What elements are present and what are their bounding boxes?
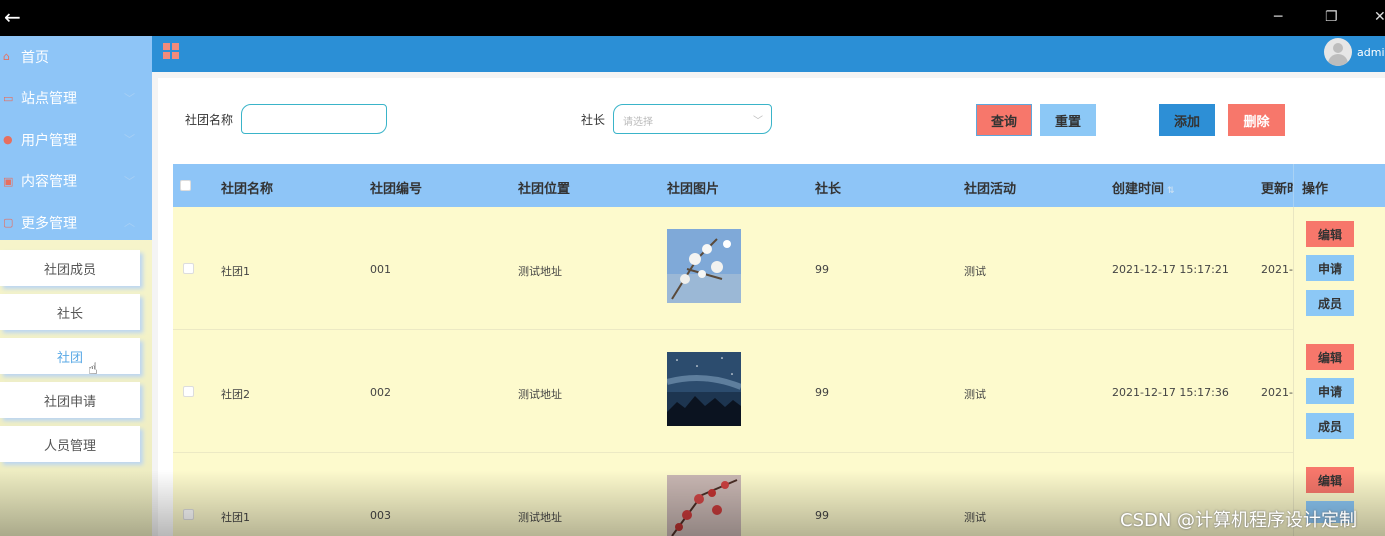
cell-leader: 99 — [815, 263, 829, 276]
cell-name: 社团1 — [221, 265, 250, 278]
row-checkbox[interactable] — [183, 509, 194, 520]
menu-item-label: 内容管理 — [21, 174, 77, 191]
submenu-item-members[interactable]: 社团成员 — [0, 250, 140, 286]
restore-icon[interactable]: ❐ — [1325, 8, 1338, 26]
edit-button[interactable]: 编辑 — [1306, 221, 1354, 247]
club-name-input[interactable] — [241, 104, 387, 134]
sidebar-menu: ⌂ 首页 ▭ 站点管理 ﹀ ● 用户管理 ﹀ ▣ 内容管理 ﹀ ▢ 更多管理 ︿ — [0, 36, 152, 240]
apply-button[interactable]: 申请 — [1306, 378, 1354, 404]
delete-button[interactable]: 删除 — [1228, 104, 1285, 136]
menu-item-content[interactable]: ▣ 内容管理 ﹀ — [0, 161, 152, 203]
chevron-down-icon: ﹀ — [124, 174, 135, 188]
reset-button[interactable]: 重置 — [1040, 104, 1096, 136]
cell-created: 2021-12-17 15:17:36 — [1112, 386, 1229, 399]
select-all-checkbox[interactable] — [180, 180, 191, 191]
member-button[interactable]: 成员 — [1306, 290, 1354, 316]
chevron-up-icon: ︿ — [124, 216, 135, 229]
menu-item-site[interactable]: ▭ 站点管理 ﹀ — [0, 78, 152, 120]
cell-location: 测试地址 — [518, 265, 562, 278]
col-header-name[interactable]: 社团名称 — [221, 178, 273, 197]
ops-cell: 编辑 申请 成员 — [1293, 330, 1385, 453]
chevron-down-icon: ﹀ — [124, 133, 135, 146]
cell-leader: 99 — [815, 509, 829, 522]
sort-icon[interactable]: ⇅ — [1167, 186, 1175, 196]
watermark: CSDN @计算机程序设计定制 — [1120, 510, 1358, 531]
col-header-created[interactable]: 创建时间 ⇅ — [1112, 178, 1175, 197]
leader-label: 社长 — [581, 113, 606, 127]
add-button[interactable]: 添加 — [1159, 104, 1215, 136]
cell-code: 002 — [370, 386, 391, 399]
user-name[interactable]: admin — [1357, 46, 1385, 59]
chevron-down-icon: ﹀ — [753, 116, 763, 127]
minimize-icon[interactable]: ─ — [1274, 8, 1282, 26]
col-header-location[interactable]: 社团位置 — [518, 178, 570, 197]
cell-name: 社团1 — [221, 511, 250, 524]
cell-name: 社团2 — [221, 388, 250, 401]
menu-item-label: 用户管理 — [21, 132, 77, 149]
submenu-item-leader[interactable]: 社长 — [0, 294, 140, 330]
cell-leader: 99 — [815, 386, 829, 399]
query-button[interactable]: 查询 — [976, 104, 1032, 136]
table-row: 社团1 001 测试地址 99 测试 2021-12-17 15:17:21 2… — [173, 207, 1385, 330]
ops-header: 操作 — [1293, 164, 1385, 207]
member-button[interactable]: 成员 — [1306, 413, 1354, 439]
submenu-item-staff[interactable]: 人员管理 — [0, 426, 140, 462]
menu-item-more[interactable]: ▢ 更多管理 ︿ — [0, 202, 152, 244]
ops-header-label: 操作 — [1302, 182, 1329, 197]
submenu-item-club[interactable]: 社团 — [0, 338, 140, 374]
submenu: 社团成员 社长 社团 社团申请 人员管理 — [0, 240, 152, 462]
cell-location: 测试地址 — [518, 511, 562, 524]
cell-code: 001 — [370, 263, 391, 276]
club-image[interactable] — [667, 352, 741, 426]
col-header-code[interactable]: 社团编号 — [370, 178, 422, 197]
chevron-down-icon: ﹀ — [124, 91, 135, 105]
col-header-leader[interactable]: 社长 — [815, 178, 841, 197]
cell-location: 测试地址 — [518, 388, 562, 401]
back-arrow-icon[interactable]: ← — [4, 6, 21, 28]
more-icon: ▢ — [3, 216, 14, 230]
menu-item-label: 更多管理 — [21, 215, 77, 232]
edit-button[interactable]: 编辑 — [1306, 467, 1354, 493]
col-header-activity[interactable]: 社团活动 — [964, 178, 1016, 197]
club-image[interactable] — [667, 229, 741, 303]
hand-cursor-icon: ☝ — [88, 359, 98, 378]
col-header-image[interactable]: 社团图片 — [667, 178, 719, 197]
row-checkbox[interactable] — [183, 386, 194, 397]
cell-activity: 测试 — [964, 265, 986, 278]
cell-code: 003 — [370, 509, 391, 522]
cell-created: 2021-12-17 15:17:21 — [1112, 263, 1229, 276]
user-icon: ● — [3, 133, 13, 147]
table-row: 社团2 002 测试地址 99 测试 2021-12-17 15:17:36 2… — [173, 330, 1385, 453]
home-icon: ⌂ — [3, 50, 10, 64]
leader-select[interactable]: 请选择 ﹀ — [613, 104, 772, 134]
window-titlebar: ← ─ ❐ ✕ — [0, 0, 1385, 36]
menu-item-home[interactable]: ⌂ 首页 — [0, 36, 152, 78]
table-header: 社团名称 社团编号 社团位置 社团图片 社长 社团活动 创建时间 ⇅ 更新时 — [173, 164, 1385, 207]
menu-item-users[interactable]: ● 用户管理 ﹀ — [0, 119, 152, 161]
menu-item-label: 站点管理 — [21, 91, 77, 108]
cell-activity: 测试 — [964, 511, 986, 524]
row-checkbox[interactable] — [183, 263, 194, 274]
top-header: admin — [152, 36, 1385, 72]
menu-item-label: 首页 — [21, 49, 49, 66]
close-icon[interactable]: ✕ — [1374, 8, 1385, 26]
content-panel: 社团名称 社长 请选择 ﹀ 查询 重置 添加 删除 社团名称 社团编号 社团位置… — [158, 78, 1385, 536]
avatar[interactable] — [1324, 38, 1352, 66]
edit-button[interactable]: 编辑 — [1306, 344, 1354, 370]
content-icon: ▣ — [3, 174, 14, 188]
submenu-item-application[interactable]: 社团申请 — [0, 382, 140, 418]
club-name-label: 社团名称 — [185, 113, 234, 127]
col-header-created-label: 创建时间 — [1112, 182, 1165, 197]
apply-button[interactable]: 申请 — [1306, 255, 1354, 281]
sidebar: ⌂ 首页 ▭ 站点管理 ﹀ ● 用户管理 ﹀ ▣ 内容管理 ﹀ ▢ 更多管理 ︿… — [0, 36, 152, 536]
cell-activity: 测试 — [964, 388, 986, 401]
monitor-icon: ▭ — [3, 91, 14, 105]
club-image[interactable] — [667, 475, 741, 536]
leader-select-placeholder: 请选择 — [623, 117, 653, 128]
grid-menu-icon[interactable] — [163, 43, 179, 59]
ops-cell: 编辑 申请 成员 — [1293, 207, 1385, 330]
